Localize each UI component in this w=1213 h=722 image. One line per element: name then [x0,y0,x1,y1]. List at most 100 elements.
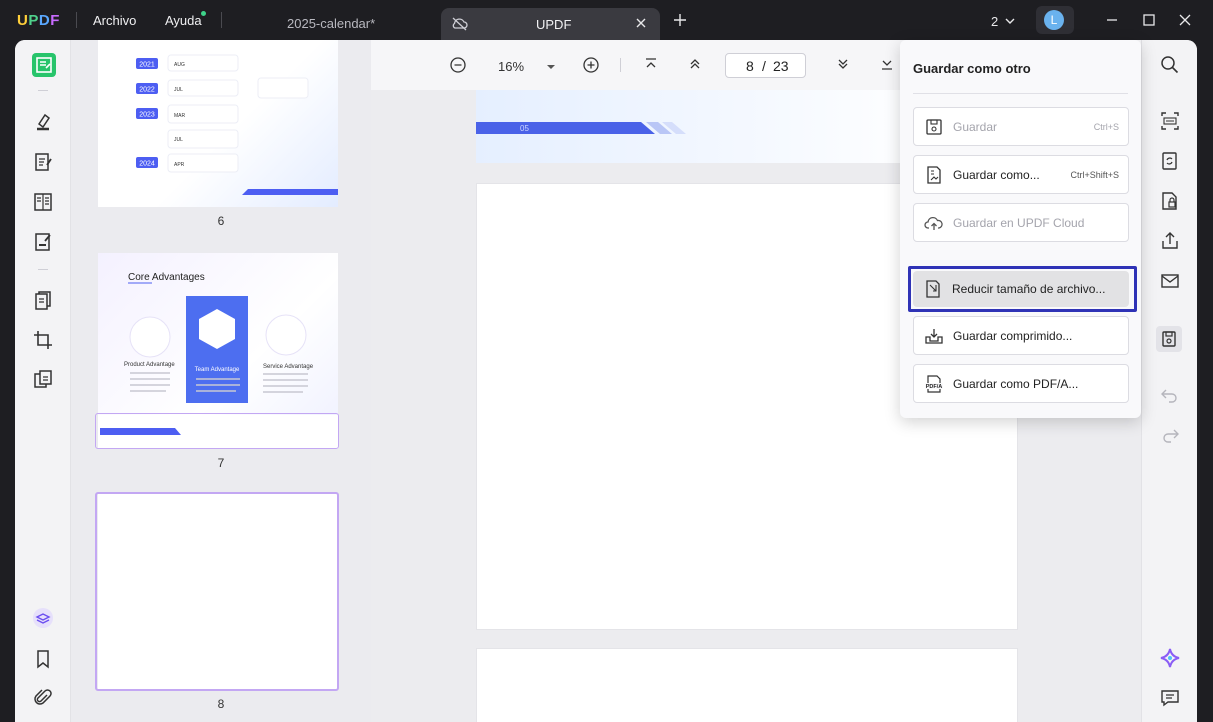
page-number-input[interactable]: 8 / 23 [725,53,806,78]
save-button[interactable]: Guardar Ctrl+S [913,107,1129,146]
share-icon[interactable] [1159,230,1181,252]
form-icon[interactable] [32,231,54,253]
save-icon [924,117,944,142]
thumbnail-page-number: 7 [217,456,225,470]
title-divider [221,12,222,28]
pages-icon[interactable] [32,290,54,312]
first-page-icon[interactable] [643,56,659,77]
menu-item-label: Guardar [953,120,998,134]
month-label: APR [174,162,185,168]
page-section-number: 05 [520,124,529,133]
previous-page-icon[interactable] [687,56,703,77]
reader-mode-button[interactable] [32,53,56,77]
menu-item-shortcut: Ctrl+S [1093,122,1119,132]
save-compressed-button[interactable]: Guardar comprimido... [913,316,1129,355]
advantage-label: Team Advantage [195,367,240,373]
pdfa-icon: PDF/A [924,374,944,399]
menu-item-label: Guardar comprimido... [953,329,1073,343]
crop-icon[interactable] [32,329,54,351]
save-as-button[interactable]: Guardar como... Ctrl+Shift+S [913,155,1129,194]
svg-text:PDF/A: PDF/A [926,384,943,390]
avatar: L [1044,10,1064,30]
zoom-in-icon[interactable] [582,56,600,79]
timeline-preview: 2021 AUG 2022 JUL 2023 MAR JUL 2024 APR [136,54,338,195]
tab-label: UPDF [536,17,572,32]
comment-icon[interactable] [1159,687,1181,709]
search-icon[interactable] [1159,54,1181,76]
current-page: 8 [746,58,754,74]
redo-icon[interactable] [1159,424,1181,446]
save-as-icon [924,165,944,190]
menu-item-label: Guardar en UPDF Cloud [953,216,1085,230]
bookmark-icon[interactable] [32,648,54,670]
organize-icon[interactable] [32,191,54,213]
thumbnail-panel: 2021 AUG 2022 JUL 2023 MAR JUL 2024 APR [71,40,371,722]
slide-title: Core Advantages [128,272,205,283]
save-disk-icon [1162,331,1176,347]
last-page-icon[interactable] [879,56,895,77]
protect-icon[interactable] [1159,190,1181,212]
tab-2025-calendar[interactable]: 2025-calendar* [287,16,375,31]
menu-file[interactable]: Archivo [93,13,136,28]
user-account-button[interactable]: L [1036,6,1074,34]
title-divider [76,12,77,28]
advantage-label: Service Advantage [263,364,314,370]
close-tab-icon[interactable] [634,16,648,35]
open-documents-count[interactable]: 2 [991,14,998,29]
notification-dot [201,11,206,16]
month-label: JUL [174,87,183,93]
thumbnail-page-number: 8 [217,697,225,711]
title-bar: UPDF Archivo Ayuda 2025-calendar* UPDF 2… [0,0,1213,40]
maximize-icon[interactable] [1141,12,1157,33]
thumbnail-page-number: 6 [217,214,225,228]
right-toolbar [1141,40,1197,722]
advantage-label: Product Advantage [124,362,175,368]
menu-title: Guardar como otro [913,61,1031,76]
attachment-icon[interactable] [32,687,54,709]
save-as-other-menu: Guardar como otro Guardar Ctrl+S Guardar… [900,40,1141,418]
toolbar-divider [620,58,621,72]
save-as-pdfa-button[interactable]: PDF/A Guardar como PDF/A... [913,364,1129,403]
close-window-icon[interactable] [1177,12,1193,33]
compare-icon[interactable] [32,368,54,390]
thumbnail-page-6[interactable]: 2021 AUG 2022 JUL 2023 MAR JUL 2024 APR [98,40,338,207]
menu-item-shortcut: Ctrl+Shift+S [1070,170,1119,180]
new-tab-icon[interactable] [672,12,688,33]
edit-pdf-icon[interactable] [32,151,54,173]
cloud-upload-icon [924,213,944,238]
highlight-box [908,266,1137,312]
convert-icon[interactable] [1159,150,1181,172]
year-label: 2023 [139,112,155,119]
app-logo: UPDF [17,12,60,29]
total-pages: 23 [773,58,789,74]
month-label: AUG [174,62,185,68]
selected-thumbnail-frame [95,492,339,691]
document-page-9 [476,648,1018,722]
undo-icon[interactable] [1159,384,1181,406]
save-to-cloud-button[interactable]: Guardar en UPDF Cloud [913,203,1129,242]
menu-help[interactable]: Ayuda [165,13,202,28]
zoom-level[interactable]: 16% [498,59,524,74]
tab-updf[interactable]: UPDF [441,8,660,40]
chevron-down-icon[interactable] [1004,14,1016,32]
left-toolbar [15,40,71,722]
toolbar-divider [38,90,48,91]
email-icon[interactable] [1159,270,1181,292]
year-label: 2022 [139,87,155,94]
menu-item-label: Guardar como... [953,168,1040,182]
minimize-icon[interactable] [1104,12,1120,33]
year-label: 2021 [139,62,155,69]
menu-item-label: Guardar como PDF/A... [953,377,1079,391]
next-page-icon[interactable] [835,56,851,77]
cloud-off-icon [451,16,469,37]
save-as-other-button[interactable] [1156,326,1182,352]
zoom-dropdown-icon[interactable] [546,59,556,77]
compress-icon [924,326,944,351]
reader-icon [36,57,52,73]
ai-assistant-icon[interactable] [1159,647,1181,669]
zoom-out-icon[interactable] [449,56,467,79]
ocr-icon[interactable] [1159,110,1181,132]
layers-icon[interactable] [32,607,54,629]
selected-region-frame [95,413,339,449]
highlighter-icon[interactable] [32,111,54,133]
